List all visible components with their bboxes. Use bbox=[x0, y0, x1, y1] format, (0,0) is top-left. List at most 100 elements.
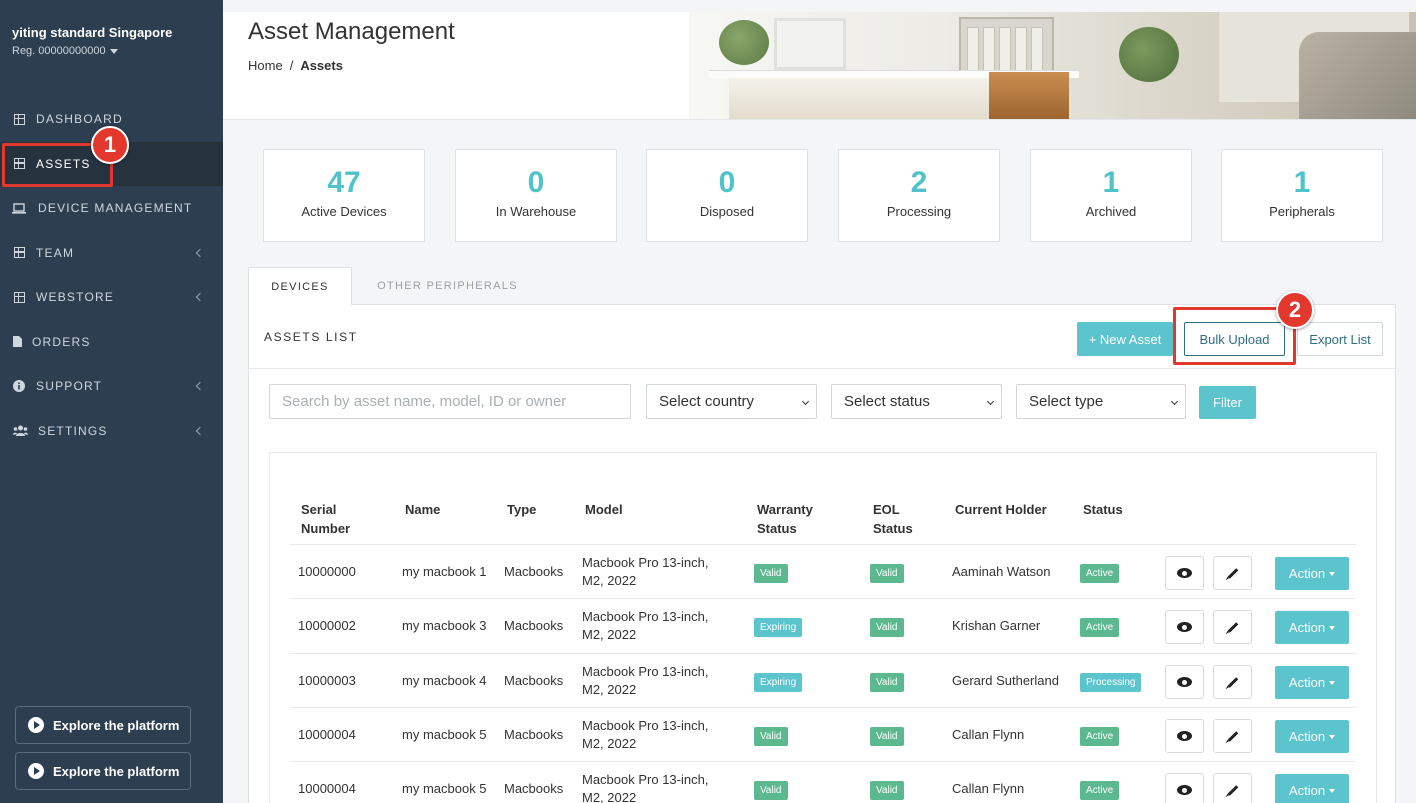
grid-icon bbox=[12, 290, 26, 304]
stat-label: Active Devices bbox=[301, 204, 387, 219]
cell-type: Macbooks bbox=[504, 673, 564, 688]
stat-card-processing[interactable]: 2 Processing bbox=[838, 149, 1000, 242]
view-button[interactable] bbox=[1165, 665, 1204, 699]
panel-title: ASSETS LIST bbox=[264, 330, 358, 344]
action-label: Action bbox=[1288, 783, 1326, 798]
cell-type: Macbooks bbox=[504, 618, 564, 633]
warranty-badge: Valid bbox=[754, 781, 788, 800]
org-reg[interactable]: Reg. 00000000000 bbox=[12, 45, 217, 57]
type-select-value: Select type bbox=[1029, 393, 1104, 410]
chevron-left-icon bbox=[195, 382, 205, 391]
table-row: 10000004 my macbook 5 Macbooks Macbook Pro … bbox=[290, 761, 1356, 803]
action-dropdown-button[interactable]: Action bbox=[1275, 774, 1349, 803]
edit-button[interactable] bbox=[1213, 719, 1252, 753]
column-header-type: Type bbox=[507, 502, 537, 517]
eol-badge: Valid bbox=[870, 564, 904, 583]
status-select-value: Select status bbox=[844, 393, 930, 410]
cell-name: my macbook 1 bbox=[402, 564, 487, 579]
action-label: Action bbox=[1288, 620, 1326, 635]
action-dropdown-button[interactable]: Action bbox=[1275, 666, 1349, 699]
stat-card-active-devices[interactable]: 47 Active Devices bbox=[263, 149, 425, 242]
action-label: Action bbox=[1288, 566, 1326, 581]
status-badge: Active bbox=[1080, 564, 1120, 583]
breadcrumb-home[interactable]: Home bbox=[248, 58, 283, 73]
eye-icon bbox=[1177, 568, 1192, 578]
annotation-badge: 2 bbox=[1276, 291, 1314, 329]
tab-other-peripherals[interactable]: OTHER PERIPHERALS bbox=[360, 267, 535, 305]
country-select[interactable]: Select country bbox=[646, 384, 817, 419]
pencil-icon bbox=[1227, 676, 1238, 688]
table-row: 10000004 my macbook 5 Macbooks Macbook Pro … bbox=[290, 707, 1356, 761]
stat-card-peripherals[interactable]: 1 Peripherals bbox=[1221, 149, 1383, 242]
explore-platform-button[interactable]: Explore the platform bbox=[15, 706, 191, 744]
tab-devices[interactable]: DEVICES bbox=[248, 267, 352, 305]
country-select-value: Select country bbox=[659, 393, 755, 410]
edit-button[interactable] bbox=[1213, 773, 1252, 803]
chevron-down-icon bbox=[801, 397, 810, 406]
edit-button[interactable] bbox=[1213, 610, 1252, 644]
caret-down-icon bbox=[1329, 571, 1336, 576]
cell-serial: 10000000 bbox=[298, 564, 356, 579]
action-dropdown-button[interactable]: Action bbox=[1275, 557, 1349, 590]
cell-serial: 10000004 bbox=[298, 727, 356, 742]
pencil-icon bbox=[1227, 730, 1238, 742]
cell-serial: 10000002 bbox=[298, 618, 356, 633]
column-header-eol: EOL Status bbox=[873, 502, 913, 536]
eol-badge: Valid bbox=[870, 673, 904, 692]
stat-value: 1 bbox=[1293, 166, 1311, 199]
status-badge: Active bbox=[1080, 781, 1120, 800]
edit-button[interactable] bbox=[1213, 556, 1252, 590]
cell-holder: Callan Flynn bbox=[952, 727, 1025, 742]
file-icon bbox=[12, 335, 22, 349]
sidebar-item-team[interactable]: TEAM bbox=[0, 231, 223, 276]
column-header-serial: Serial Number bbox=[301, 502, 351, 536]
sidebar-item-label: SUPPORT bbox=[36, 379, 103, 394]
cell-holder: Krishan Garner bbox=[952, 618, 1041, 633]
stat-value: 1 bbox=[1102, 166, 1120, 199]
table-row: 10000000 my macbook 1 Macbooks Macbook Pro … bbox=[290, 544, 1356, 598]
chevron-left-icon bbox=[195, 426, 205, 435]
view-button[interactable] bbox=[1165, 773, 1204, 803]
pencil-icon bbox=[1227, 784, 1238, 796]
edit-button[interactable] bbox=[1213, 665, 1252, 699]
action-label: Action bbox=[1288, 729, 1326, 744]
action-dropdown-button[interactable]: Action bbox=[1275, 611, 1349, 644]
chevron-down-icon bbox=[1170, 397, 1179, 406]
type-select[interactable]: Select type bbox=[1016, 384, 1186, 419]
cell-serial: 10000003 bbox=[298, 673, 356, 688]
view-button[interactable] bbox=[1165, 610, 1204, 644]
cell-name: my macbook 3 bbox=[402, 618, 487, 633]
sidebar-item-webstore[interactable]: WEBSTORE bbox=[0, 275, 223, 320]
view-button[interactable] bbox=[1165, 719, 1204, 753]
stat-label: Archived bbox=[1085, 204, 1137, 219]
view-button[interactable] bbox=[1165, 556, 1204, 590]
stat-card-disposed[interactable]: 0 Disposed bbox=[646, 149, 808, 242]
sidebar-item-settings[interactable]: SETTINGS bbox=[0, 409, 223, 454]
sidebar-item-support[interactable]: SUPPORT bbox=[0, 364, 223, 409]
status-select[interactable]: Select status bbox=[831, 384, 1002, 419]
sidebar-item-orders[interactable]: ORDERS bbox=[0, 320, 223, 365]
grid-icon bbox=[12, 112, 26, 126]
caret-down-icon bbox=[1329, 734, 1336, 739]
header-banner-image bbox=[689, 12, 1416, 119]
cell-type: Macbooks bbox=[504, 564, 564, 579]
new-asset-button[interactable]: + New Asset bbox=[1077, 322, 1173, 356]
filter-button[interactable]: Filter bbox=[1199, 386, 1256, 419]
org-switcher[interactable]: yiting standard Singapore Reg. 000000000… bbox=[12, 24, 217, 57]
stat-value: 0 bbox=[527, 166, 545, 199]
cell-model: Macbook Pro 13-inch, M2, 2022 bbox=[582, 664, 709, 697]
search-input[interactable]: Search by asset name, model, ID or owner bbox=[269, 384, 631, 419]
warranty-badge: Valid bbox=[754, 564, 788, 583]
stat-card-in-warehouse[interactable]: 0 In Warehouse bbox=[455, 149, 617, 242]
action-dropdown-button[interactable]: Action bbox=[1275, 720, 1349, 753]
pencil-icon bbox=[1227, 621, 1238, 633]
cell-type: Macbooks bbox=[504, 727, 564, 742]
sidebar-item-device-management[interactable]: DEVICE MANAGEMENT bbox=[0, 186, 223, 231]
warranty-badge: Expiring bbox=[754, 618, 803, 637]
chevron-left-icon bbox=[195, 248, 205, 257]
explore-platform-button[interactable]: Explore the platform bbox=[15, 752, 191, 790]
stat-card-archived[interactable]: 1 Archived bbox=[1030, 149, 1192, 242]
export-list-button[interactable]: Export List bbox=[1297, 322, 1383, 356]
caret-down-icon bbox=[109, 48, 118, 54]
eol-badge: Valid bbox=[870, 618, 904, 637]
